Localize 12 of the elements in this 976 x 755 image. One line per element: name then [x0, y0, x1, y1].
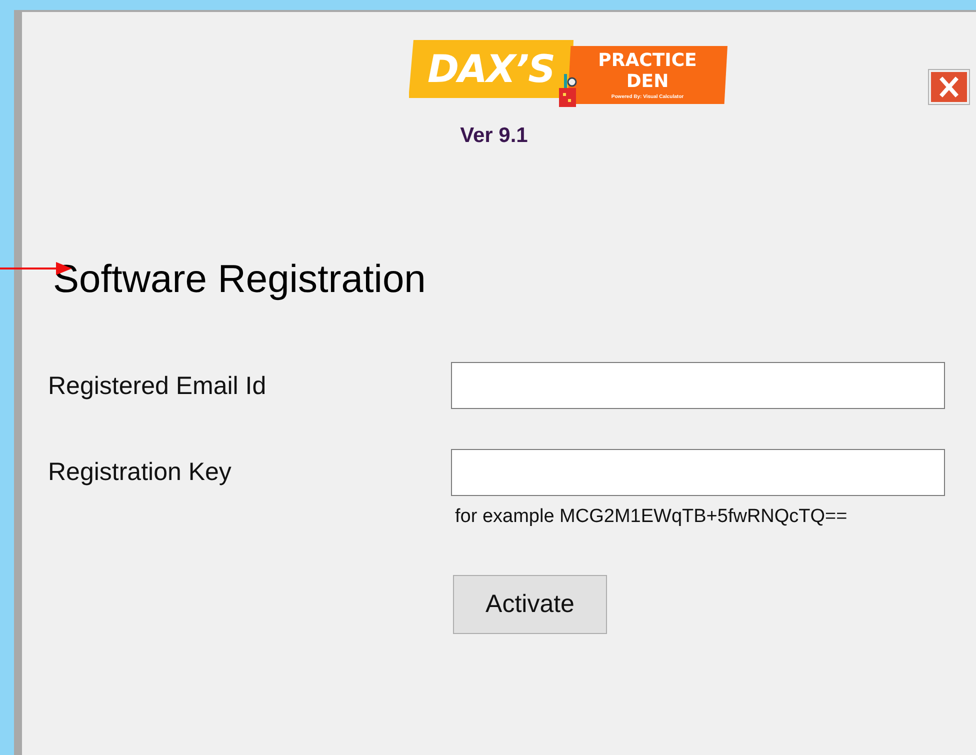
- input-field[interactable]: [451, 362, 945, 409]
- field-label: Registered Email Id: [48, 372, 268, 401]
- activate-button[interactable]: Activate: [453, 575, 607, 634]
- input-field[interactable]: [451, 449, 945, 496]
- logo-text: DEN: [626, 71, 669, 92]
- logo-text: PRACTICE: [598, 50, 697, 71]
- close-button[interactable]: [928, 69, 970, 105]
- dialog-heading: Software Registration: [53, 258, 427, 302]
- logo-text: DAX’S: [427, 47, 555, 91]
- hint-text: for example MCG2M1EWqTB+5fwRNQcTQ==: [455, 506, 848, 528]
- version-label: Ver 9.1: [460, 124, 528, 148]
- field-label: Registration Key: [48, 458, 232, 487]
